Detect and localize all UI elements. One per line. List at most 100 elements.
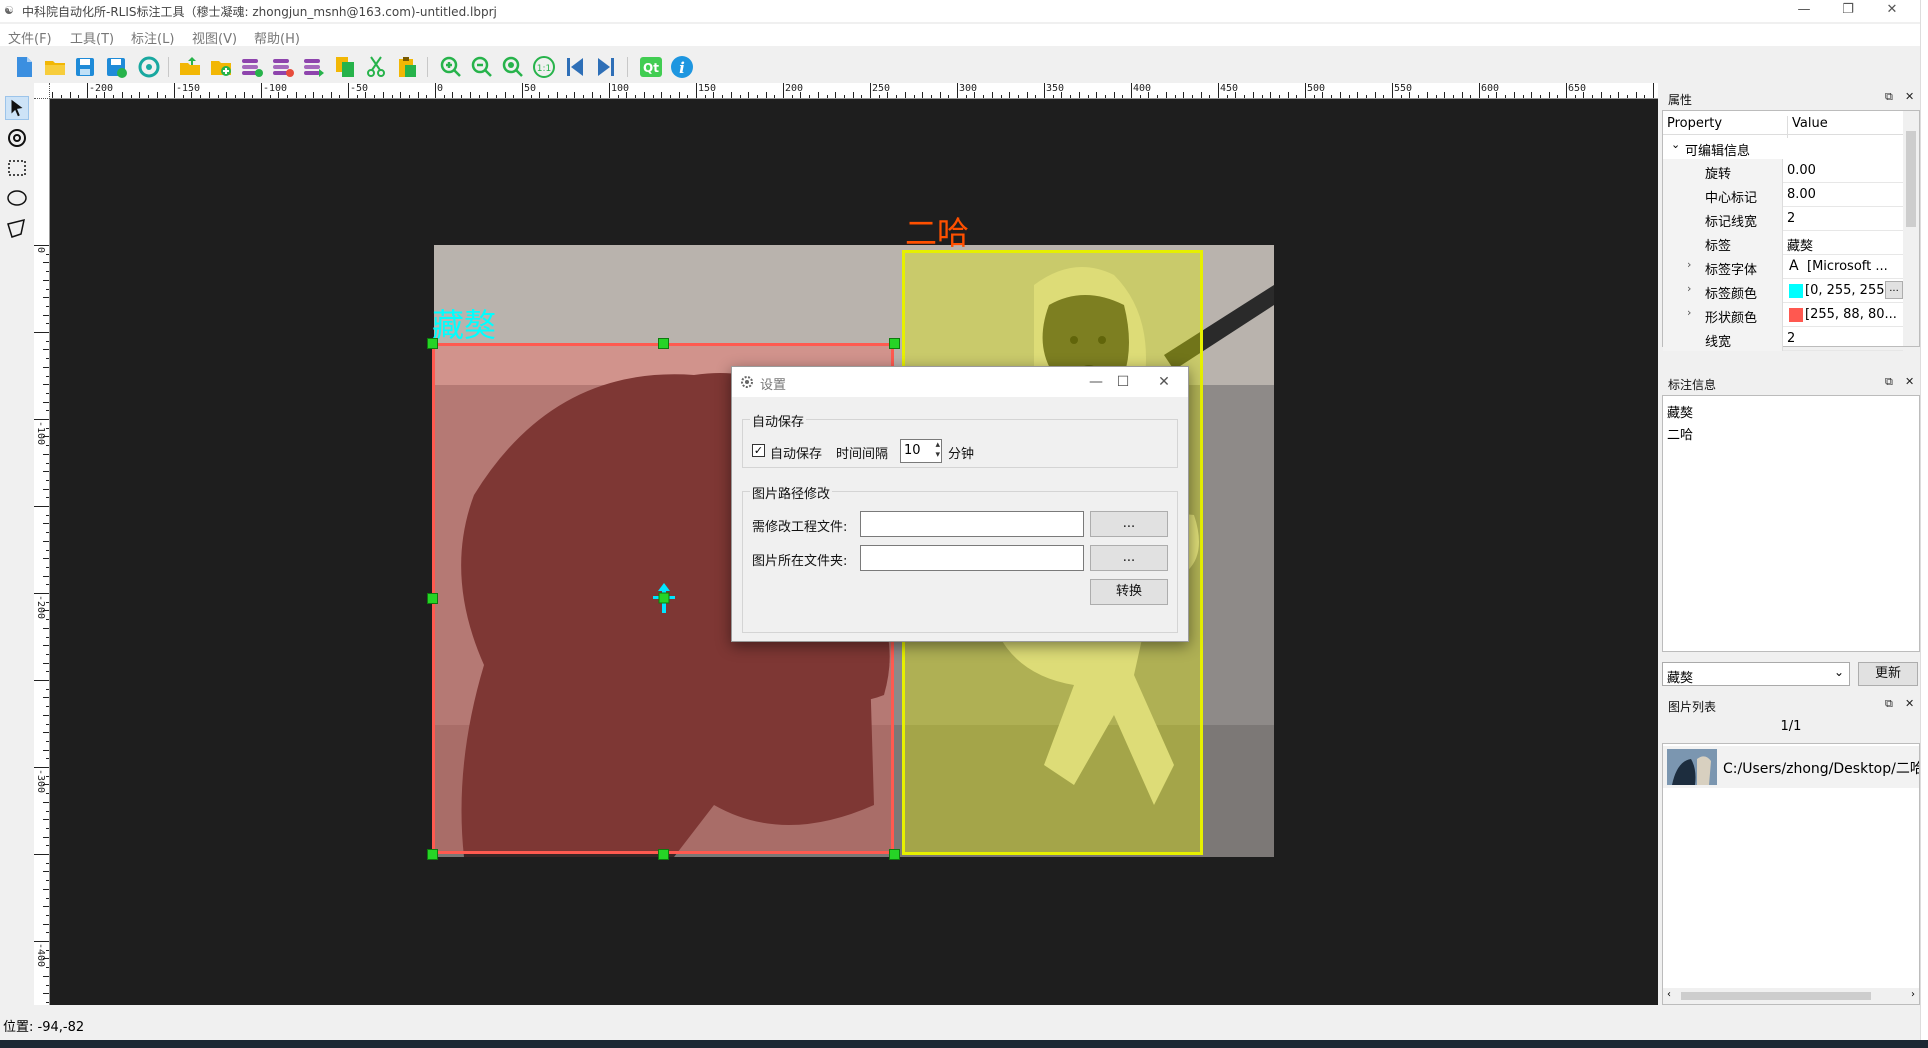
property-row[interactable]: › 标签颜色 [0, 255, 255]... <box>1663 279 1903 303</box>
property-value[interactable]: 8.00 <box>1787 187 1816 202</box>
column-property[interactable]: Property <box>1667 116 1722 131</box>
property-group-editable[interactable]: ⌄ 可编辑信息 <box>1663 135 1903 159</box>
property-row[interactable]: › 形状颜色 [255, 88, 80... <box>1663 303 1903 327</box>
zoom-fit-icon[interactable] <box>501 55 525 79</box>
scroll-left-icon[interactable]: ‹ <box>1667 989 1671 1000</box>
center-move-cross-icon[interactable] <box>647 581 681 615</box>
convert-button[interactable]: 转换 <box>1090 579 1168 605</box>
info-icon[interactable]: i <box>670 55 694 79</box>
previous-image-icon[interactable] <box>563 55 587 79</box>
resize-handle-top-left[interactable] <box>427 338 438 349</box>
property-value[interactable]: 2 <box>1787 211 1795 226</box>
resize-handle-bottom[interactable] <box>658 849 669 860</box>
import-layer-icon[interactable] <box>302 55 326 79</box>
close-panel-icon[interactable]: ✕ <box>1905 375 1914 388</box>
remove-layer-icon[interactable] <box>271 55 295 79</box>
ellipse-tool-icon[interactable] <box>5 186 29 210</box>
close-button[interactable]: ✕ <box>1870 0 1914 22</box>
close-panel-icon[interactable]: ✕ <box>1905 697 1914 710</box>
zoom-actual-icon[interactable]: 1:1 <box>532 55 556 79</box>
open-folder-icon[interactable] <box>43 55 67 79</box>
zoom-in-icon[interactable] <box>439 55 463 79</box>
autosave-checkbox[interactable]: ✓ <box>752 444 765 457</box>
qt-logo-icon[interactable]: Qt <box>639 55 663 79</box>
add-folder-icon[interactable] <box>209 55 233 79</box>
property-row[interactable]: › 标签字体 A [Microsoft ... <box>1663 255 1903 279</box>
dialog-close-button[interactable]: ✕ <box>1144 370 1184 394</box>
property-row[interactable]: 旋转 0.00 <box>1663 159 1903 183</box>
minimize-button[interactable]: — <box>1782 0 1826 22</box>
menu-tools[interactable]: 工具(T) <box>70 28 114 47</box>
settings-icon[interactable] <box>137 55 161 79</box>
save-as-icon[interactable] <box>104 55 128 79</box>
ruler-tick <box>748 92 750 98</box>
scrollbar-thumb[interactable] <box>1681 992 1871 1000</box>
save-icon[interactable] <box>73 55 97 79</box>
property-value[interactable]: 2 <box>1787 331 1795 346</box>
annotation-list[interactable]: 藏獒 二哈 <box>1662 395 1920 652</box>
cut-icon[interactable] <box>364 55 388 79</box>
menu-help[interactable]: 帮助(H) <box>254 28 300 47</box>
zoom-out-icon[interactable] <box>470 55 494 79</box>
resize-handle-left[interactable] <box>427 593 438 604</box>
ruler-tick <box>852 92 854 98</box>
project-file-input[interactable] <box>860 511 1084 537</box>
spin-down-icon[interactable]: ▾ <box>935 450 940 460</box>
resize-handle-bottom-left[interactable] <box>427 849 438 860</box>
spin-up-icon[interactable]: ▴ <box>935 440 940 450</box>
resize-handle-top[interactable] <box>658 338 669 349</box>
update-button[interactable]: 更新 <box>1858 662 1918 686</box>
horizontal-scrollbar[interactable]: ‹ › <box>1663 988 1919 1004</box>
resize-handle-bottom-right[interactable] <box>889 849 900 860</box>
app-logo-icon: ☯ <box>4 4 14 17</box>
new-file-icon[interactable] <box>12 55 36 79</box>
dialog-title-bar[interactable]: 设置 — ☐ ✕ <box>732 367 1188 397</box>
resize-handle-top-right[interactable] <box>889 338 900 349</box>
open-image-icon[interactable] <box>178 55 202 79</box>
property-row[interactable]: 中心标记 8.00 <box>1663 183 1903 207</box>
vertical-ruler: 0 -100 -200 -300 -400 <box>34 99 50 1005</box>
scrollbar-thumb[interactable] <box>1906 131 1916 227</box>
select-arrow-icon[interactable] <box>5 96 29 120</box>
color-picker-button[interactable]: ... <box>1885 281 1903 299</box>
image-list-item[interactable]: C:/Users/zhong/Desktop/二哈 <box>1663 746 1919 788</box>
property-row[interactable]: 线宽 2 <box>1663 327 1903 351</box>
paste-icon[interactable] <box>395 55 419 79</box>
menu-view[interactable]: 视图(V) <box>192 28 237 47</box>
browse-image-folder-button[interactable]: ... <box>1090 545 1168 571</box>
label-select[interactable]: 藏獒 ⌄ <box>1662 662 1850 686</box>
menu-file[interactable]: 文件(F) <box>8 28 52 47</box>
chevron-right-icon[interactable]: › <box>1687 282 1691 295</box>
next-image-icon[interactable] <box>594 55 618 79</box>
scroll-right-icon[interactable]: › <box>1911 989 1915 1000</box>
close-panel-icon[interactable]: ✕ <box>1905 90 1914 103</box>
property-value[interactable]: 0.00 <box>1787 163 1816 178</box>
chevron-right-icon[interactable]: › <box>1687 306 1691 319</box>
property-value[interactable]: [0, 255, 255] <box>1805 283 1890 298</box>
polygon-tool-icon[interactable] <box>5 216 29 240</box>
float-panel-icon[interactable]: ⧉ <box>1885 697 1893 711</box>
ruler-tick <box>426 95 428 98</box>
list-item[interactable]: 二哈 <box>1667 424 1693 443</box>
add-layer-icon[interactable] <box>240 55 264 79</box>
restore-button[interactable]: ❐ <box>1826 0 1870 22</box>
rotate-icon[interactable] <box>5 126 29 150</box>
dialog-maximize-button[interactable]: ☐ <box>1103 370 1143 394</box>
copy-icon[interactable] <box>333 55 357 79</box>
properties-scrollbar[interactable] <box>1903 111 1919 346</box>
property-value[interactable]: 藏獒 <box>1787 235 1813 254</box>
browse-project-file-button[interactable]: ... <box>1090 511 1168 537</box>
image-list[interactable]: C:/Users/zhong/Desktop/二哈 ‹ › <box>1662 743 1920 1005</box>
menu-annotate[interactable]: 标注(L) <box>131 28 174 47</box>
property-value[interactable]: [255, 88, 80... <box>1805 307 1897 322</box>
image-folder-input[interactable] <box>860 545 1084 571</box>
rectangle-tool-icon[interactable] <box>5 156 29 180</box>
property-value[interactable]: [Microsoft ... <box>1807 259 1888 274</box>
property-row[interactable]: 标签 藏獒 <box>1663 231 1903 255</box>
interval-spinbox[interactable]: 10 ▴ ▾ <box>900 439 942 463</box>
float-panel-icon[interactable]: ⧉ <box>1885 90 1893 104</box>
property-row[interactable]: 标记线宽 2 <box>1663 207 1903 231</box>
chevron-right-icon[interactable]: › <box>1687 258 1691 271</box>
float-panel-icon[interactable]: ⧉ <box>1885 375 1893 389</box>
list-item[interactable]: 藏獒 <box>1667 402 1693 421</box>
